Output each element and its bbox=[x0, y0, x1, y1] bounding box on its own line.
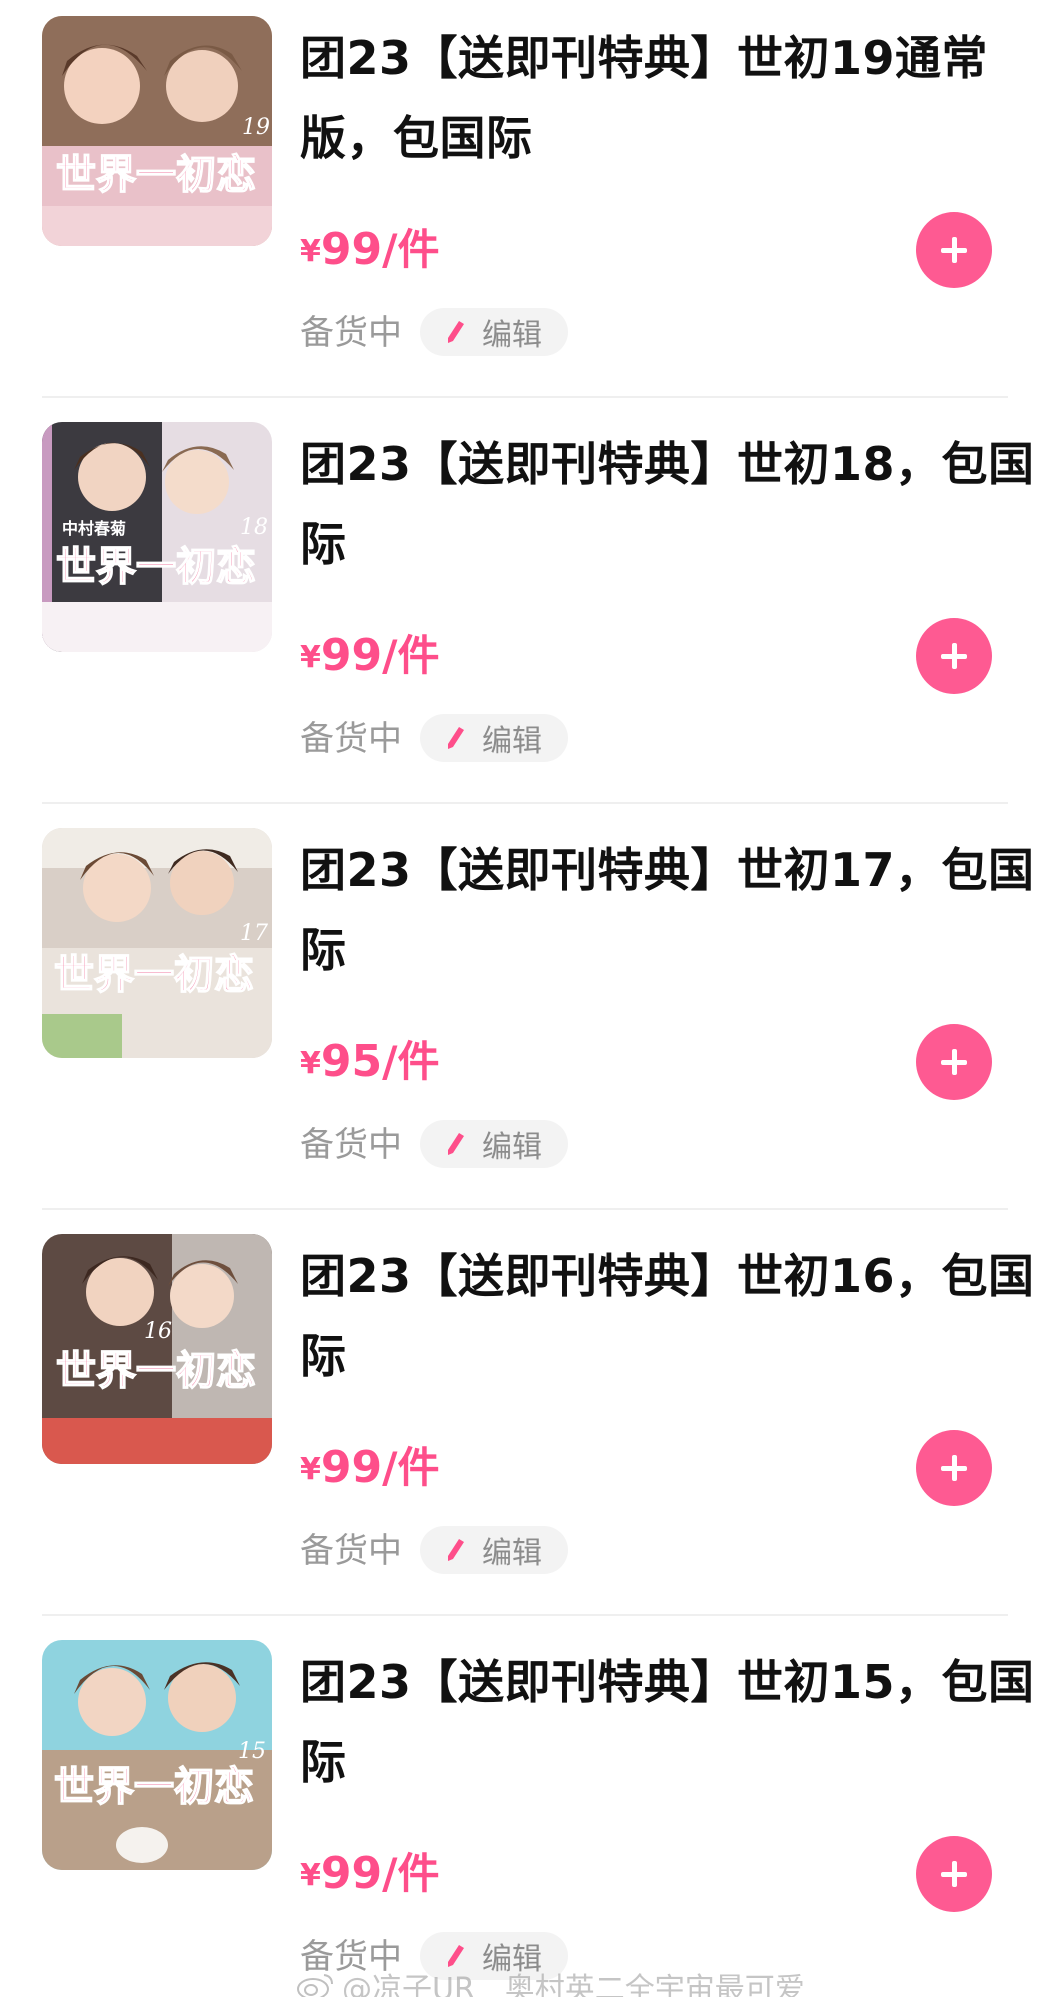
cover-logo-text: 世界一初恋 bbox=[56, 543, 256, 590]
cover-art-16: 世界一初恋 16 bbox=[42, 1234, 272, 1464]
item-divider bbox=[42, 1208, 1008, 1210]
product-cover-image[interactable]: 世界一初恋 17 bbox=[42, 828, 272, 1058]
weibo-icon bbox=[297, 1974, 333, 1997]
product-cover-image[interactable]: 世界一初恋 16 bbox=[42, 1234, 272, 1464]
add-to-cart-button[interactable] bbox=[916, 1430, 992, 1506]
price-unit: /件 bbox=[382, 225, 440, 274]
cover-volume-number: 17 bbox=[240, 921, 268, 946]
cover-logo-text: 世界一初恋 bbox=[56, 1347, 256, 1394]
product-cover-image[interactable]: 中村春菊 世界一初恋 18 bbox=[42, 422, 272, 652]
product-title[interactable]: 团23【送即刊特典】世初15，包国际 bbox=[300, 1642, 1040, 1802]
cover-logo-text: 世界一初恋 bbox=[54, 1763, 254, 1810]
cover-volume-number: 19 bbox=[242, 115, 270, 140]
add-to-cart-button[interactable] bbox=[916, 618, 992, 694]
stock-status: 备货中 bbox=[300, 313, 402, 353]
product-cover-image[interactable]: 世界一初恋 19 bbox=[42, 16, 272, 246]
price-currency: ¥ bbox=[300, 640, 321, 675]
add-to-cart-button[interactable] bbox=[916, 1024, 992, 1100]
price-currency: ¥ bbox=[300, 1452, 321, 1487]
product-item[interactable]: 世界一初恋 17 团23【送即刊特典】世初17，包国际 ¥95/件 备货中 编辑 bbox=[42, 828, 1034, 1210]
product-price: ¥95/件 bbox=[300, 1028, 439, 1089]
product-title[interactable]: 团23【送即刊特典】世初16，包国际 bbox=[300, 1236, 1040, 1396]
cover-art-17: 世界一初恋 17 bbox=[42, 828, 272, 1058]
item-divider bbox=[42, 396, 1008, 398]
stock-status: 备货中 bbox=[300, 1125, 402, 1165]
item-divider bbox=[42, 802, 1008, 804]
price-currency: ¥ bbox=[300, 234, 321, 269]
product-item[interactable]: 世界一初恋 19 团23【送即刊特典】世初19通常版，包国际 ¥99/件 备货中… bbox=[42, 16, 1008, 398]
cover-logo-text: 世界一初恋 bbox=[56, 151, 256, 198]
price-amount: 99 bbox=[320, 1442, 383, 1493]
plus-icon bbox=[941, 643, 967, 669]
cover-art-19: 世界一初恋 19 bbox=[42, 16, 272, 246]
product-item[interactable]: 中村春菊 世界一初恋 18 团23【送即刊特典】世初18，包国际 ¥99/件 备… bbox=[42, 422, 1034, 804]
watermark-text: @凉子UR__奥村英二全宇宙最可爱 bbox=[342, 1972, 805, 1997]
svg-text:中村春菊: 中村春菊 bbox=[62, 519, 126, 538]
cover-art-15: 世界一初恋 15 bbox=[42, 1640, 272, 1870]
product-price: ¥99/件 bbox=[300, 1840, 439, 1901]
product-item[interactable]: 世界一初恋 15 团23【送即刊特典】世初15，包国际 ¥99/件 备货中 编辑 bbox=[42, 1640, 1034, 1997]
edit-button[interactable]: 编辑 bbox=[420, 308, 568, 356]
cover-art-18: 中村春菊 世界一初恋 18 bbox=[42, 422, 272, 652]
add-to-cart-button[interactable] bbox=[916, 1836, 992, 1912]
cover-logo-text: 世界一初恋 bbox=[54, 951, 254, 998]
price-amount: 99 bbox=[320, 630, 383, 681]
edit-label: 编辑 bbox=[482, 318, 542, 353]
pencil-icon bbox=[448, 1539, 464, 1561]
pencil-icon bbox=[448, 321, 464, 343]
edit-button[interactable]: 编辑 bbox=[420, 1120, 568, 1168]
edit-button[interactable]: 编辑 bbox=[420, 1526, 568, 1574]
price-unit: /件 bbox=[382, 631, 440, 680]
cover-volume-number: 15 bbox=[238, 1739, 266, 1764]
cover-volume-number: 18 bbox=[240, 515, 268, 540]
edit-label: 编辑 bbox=[482, 724, 542, 759]
product-cover-image[interactable]: 世界一初恋 15 bbox=[42, 1640, 272, 1870]
stock-status: 备货中 bbox=[300, 1531, 402, 1571]
product-title[interactable]: 团23【送即刊特典】世初17，包国际 bbox=[300, 830, 1040, 990]
price-amount: 95 bbox=[320, 1036, 383, 1087]
pencil-icon bbox=[448, 1133, 464, 1155]
price-amount: 99 bbox=[320, 224, 383, 275]
product-list-page: 世界一初恋 19 团23【送即刊特典】世初19通常版，包国际 ¥99/件 备货中… bbox=[0, 0, 1050, 1997]
product-title[interactable]: 团23【送即刊特典】世初18，包国际 bbox=[300, 424, 1040, 584]
product-price: ¥99/件 bbox=[300, 216, 439, 277]
plus-icon bbox=[941, 1049, 967, 1075]
product-price: ¥99/件 bbox=[300, 622, 439, 683]
item-divider bbox=[42, 1614, 1008, 1616]
edit-label: 编辑 bbox=[482, 1130, 542, 1165]
pencil-icon bbox=[448, 727, 464, 749]
price-unit: /件 bbox=[382, 1037, 440, 1086]
price-currency: ¥ bbox=[300, 1046, 321, 1081]
add-to-cart-button[interactable] bbox=[916, 212, 992, 288]
price-unit: /件 bbox=[382, 1849, 440, 1898]
price-unit: /件 bbox=[382, 1443, 440, 1492]
edit-label: 编辑 bbox=[482, 1536, 542, 1571]
cover-volume-number: 16 bbox=[144, 1319, 172, 1344]
plus-icon bbox=[941, 1455, 967, 1481]
price-amount: 99 bbox=[320, 1848, 383, 1899]
product-title[interactable]: 团23【送即刊特典】世初19通常版，包国际 bbox=[300, 18, 1040, 178]
edit-button[interactable]: 编辑 bbox=[420, 714, 568, 762]
product-item[interactable]: 世界一初恋 16 团23【送即刊特典】世初16，包国际 ¥99/件 备货中 编辑 bbox=[42, 1234, 1034, 1616]
price-currency: ¥ bbox=[300, 1858, 321, 1893]
watermark: @凉子UR__奥村英二全宇宙最可爱 bbox=[296, 1964, 805, 1997]
plus-icon bbox=[941, 1861, 967, 1887]
stock-status: 备货中 bbox=[300, 719, 402, 759]
product-price: ¥99/件 bbox=[300, 1434, 439, 1495]
plus-icon bbox=[941, 237, 967, 263]
